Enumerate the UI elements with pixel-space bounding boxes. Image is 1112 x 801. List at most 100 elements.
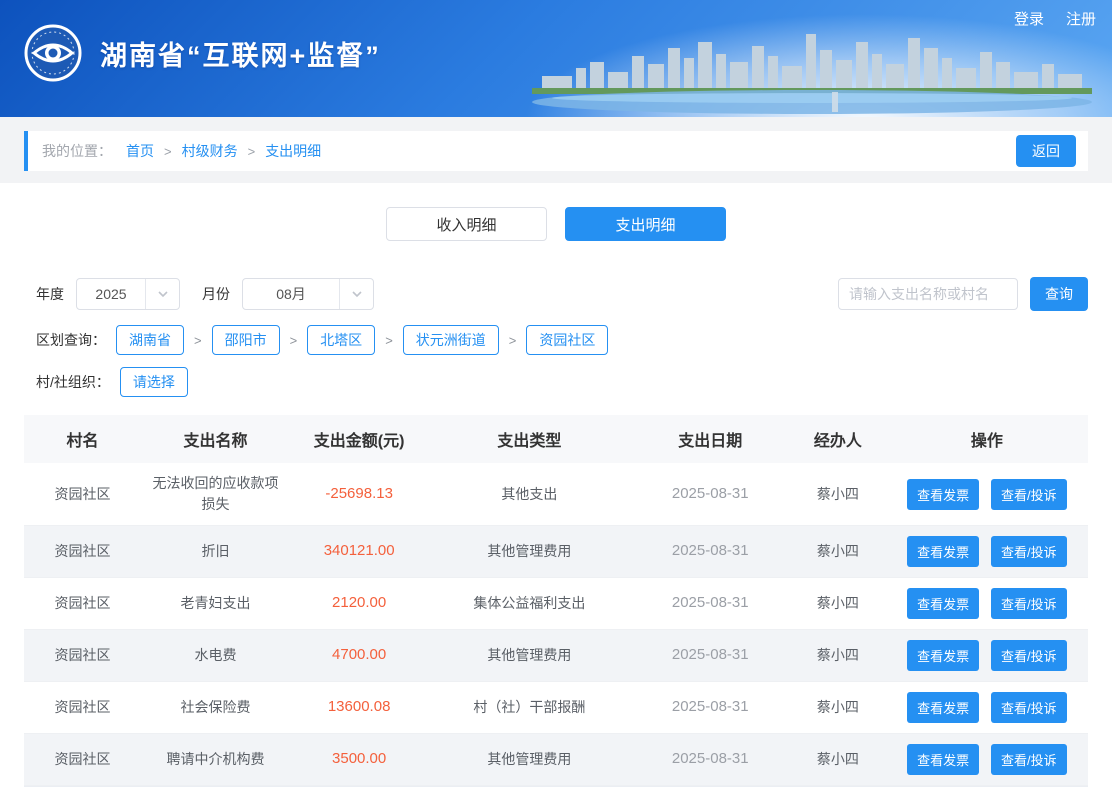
cell-amount: 340121.00 bbox=[323, 542, 395, 560]
table-row: 资园社区 社会保险费 13600.08 村（社）干部报酬 2025-08-31 … bbox=[24, 682, 1088, 734]
cell-village: 资园社区 bbox=[54, 485, 111, 502]
cell-handler: 蔡小四 bbox=[816, 485, 859, 502]
cell-expense-name: 无法收回的应收款项损失 bbox=[152, 475, 279, 512]
year-label: 年度 bbox=[36, 286, 64, 302]
cell-actions: 查看发票 查看/投诉 bbox=[886, 578, 1088, 630]
org-select-button[interactable]: 请选择 bbox=[119, 367, 188, 397]
cell-village: 资园社区 bbox=[54, 751, 111, 767]
view-invoice-button[interactable]: 查看发票 bbox=[907, 478, 980, 510]
breadcrumb-village-finance-link[interactable]: 村级财务 bbox=[182, 141, 238, 161]
region-street-button[interactable]: 状元洲街道 bbox=[402, 325, 499, 355]
chevron-down-icon bbox=[145, 279, 179, 309]
cell-date: 2025-08-31 bbox=[671, 484, 749, 502]
cell-type: 其他管理费用 bbox=[487, 543, 572, 559]
cell-type: 集体公益福利支出 bbox=[473, 595, 586, 611]
year-select-value: 2025 bbox=[95, 286, 127, 302]
city-skyline-image bbox=[532, 34, 1092, 114]
cell-date: 2025-08-31 bbox=[671, 542, 749, 560]
region-separator: > bbox=[289, 332, 298, 348]
view-complaint-button[interactable]: 查看/投诉 bbox=[991, 588, 1067, 619]
login-link[interactable]: 登录 bbox=[1014, 8, 1044, 29]
cell-expense-name: 聘请中介机构费 bbox=[166, 751, 265, 767]
table-row: 资园社区 折旧 340121.00 其他管理费用 2025-08-31 蔡小四 … bbox=[24, 525, 1088, 578]
chevron-down-icon bbox=[339, 279, 373, 309]
register-link[interactable]: 注册 bbox=[1066, 8, 1096, 29]
breadcrumb-expense-detail-link[interactable]: 支出明细 bbox=[265, 141, 321, 161]
cell-expense-name: 老青妇支出 bbox=[180, 595, 251, 611]
table-footer: 金额总计： 33.83 万元 « ‹ 1 › » 10条/页 跳转至 页 确认 bbox=[24, 786, 1088, 801]
table-row: 资园社区 聘请中介机构费 3500.00 其他管理费用 2025-08-31 蔡… bbox=[24, 733, 1088, 786]
expense-table-wrap: 村名 支出名称 支出金额(元) 支出类型 支出日期 经办人 操作 资园社区 无法… bbox=[0, 415, 1112, 786]
tab-income-detail[interactable]: 收入明细 bbox=[386, 207, 547, 241]
breadcrumb-home-link[interactable]: 首页 bbox=[126, 141, 154, 161]
region-city-button[interactable]: 邵阳市 bbox=[211, 325, 280, 355]
table-row: 资园社区 老青妇支出 2120.00 集体公益福利支出 2025-08-31 蔡… bbox=[24, 578, 1088, 630]
cell-amount: 13600.08 bbox=[327, 698, 391, 716]
col-handler: 经办人 bbox=[790, 415, 886, 463]
view-complaint-button[interactable]: 查看/投诉 bbox=[991, 692, 1067, 723]
region-community-button[interactable]: 资园社区 bbox=[526, 325, 609, 355]
cell-amount: 4700.00 bbox=[332, 646, 387, 664]
expense-table: 村名 支出名称 支出金额(元) 支出类型 支出日期 经办人 操作 资园社区 无法… bbox=[24, 415, 1088, 786]
cell-date: 2025-08-31 bbox=[671, 646, 749, 664]
view-complaint-button[interactable]: 查看/投诉 bbox=[991, 640, 1067, 671]
breadcrumb-separator: > bbox=[164, 143, 172, 159]
breadcrumb: 我的位置： 首页 > 村级财务 > 支出明细 返回 bbox=[24, 131, 1088, 171]
search-input[interactable] bbox=[838, 278, 1018, 310]
table-row: 资园社区 无法收回的应收款项损失 -25698.13 其他支出 2025-08-… bbox=[24, 463, 1088, 526]
cell-handler: 蔡小四 bbox=[816, 647, 859, 663]
breadcrumb-label: 我的位置： bbox=[42, 143, 112, 159]
main-content: 收入明细 支出明细 年度 2025 月份 08月 查询 区划查询： 湖南省 > … bbox=[0, 183, 1112, 801]
cell-actions: 查看发票 查看/投诉 bbox=[886, 630, 1088, 682]
region-label: 区划查询： bbox=[36, 332, 106, 348]
view-invoice-button[interactable]: 查看发票 bbox=[907, 588, 980, 619]
org-filter-row: 村/社组织： 请选择 bbox=[0, 367, 1112, 397]
month-select[interactable]: 08月 bbox=[242, 278, 374, 310]
view-complaint-button[interactable]: 查看/投诉 bbox=[991, 536, 1067, 567]
cell-village: 资园社区 bbox=[54, 543, 111, 559]
view-complaint-button[interactable]: 查看/投诉 bbox=[991, 744, 1067, 775]
col-actions: 操作 bbox=[885, 415, 1088, 463]
cell-expense-name: 折旧 bbox=[201, 543, 230, 559]
cell-village: 资园社区 bbox=[54, 647, 111, 663]
col-type: 支出类型 bbox=[428, 415, 631, 463]
col-expense-name: 支出名称 bbox=[141, 415, 290, 463]
region-separator: > bbox=[385, 332, 393, 348]
cell-actions: 查看发票 查看/投诉 bbox=[886, 463, 1088, 526]
region-district-button[interactable]: 北塔区 bbox=[307, 325, 376, 355]
search-button[interactable]: 查询 bbox=[1030, 277, 1088, 311]
back-button[interactable]: 返回 bbox=[1016, 135, 1076, 167]
detail-tabs: 收入明细 支出明细 bbox=[0, 207, 1112, 241]
cell-expense-name: 水电费 bbox=[194, 647, 237, 663]
cell-type: 村（社）干部报酬 bbox=[473, 699, 586, 715]
cell-actions: 查看发票 查看/投诉 bbox=[886, 526, 1088, 578]
cell-date: 2025-08-31 bbox=[671, 750, 749, 768]
cell-handler: 蔡小四 bbox=[816, 699, 859, 715]
year-select[interactable]: 2025 bbox=[76, 278, 180, 310]
region-separator: > bbox=[508, 332, 517, 348]
col-date: 支出日期 bbox=[630, 415, 791, 463]
region-province-button[interactable]: 湖南省 bbox=[116, 325, 184, 355]
view-invoice-button[interactable]: 查看发票 bbox=[907, 640, 980, 671]
view-invoice-button[interactable]: 查看发票 bbox=[907, 744, 980, 775]
site-header: 湖南省“互联网+监督” 登录 注册 bbox=[0, 0, 1112, 117]
cell-type: 其他支出 bbox=[501, 485, 558, 502]
cell-actions: 查看发票 查看/投诉 bbox=[886, 682, 1088, 734]
site-title: 湖南省“互联网+监督” bbox=[100, 40, 381, 71]
table-row: 资园社区 水电费 4700.00 其他管理费用 2025-08-31 蔡小四 查… bbox=[24, 629, 1088, 682]
filter-row: 年度 2025 月份 08月 查询 bbox=[0, 277, 1112, 311]
cell-expense-name: 社会保险费 bbox=[180, 699, 251, 715]
cell-date: 2025-08-31 bbox=[671, 594, 749, 612]
cell-handler: 蔡小四 bbox=[816, 543, 859, 559]
cell-type: 其他管理费用 bbox=[487, 647, 572, 663]
view-invoice-button[interactable]: 查看发票 bbox=[907, 692, 980, 723]
breadcrumb-separator: > bbox=[247, 143, 256, 159]
cell-date: 2025-08-31 bbox=[671, 698, 749, 716]
view-complaint-button[interactable]: 查看/投诉 bbox=[991, 478, 1067, 510]
view-invoice-button[interactable]: 查看发票 bbox=[907, 536, 980, 567]
tab-expense-detail[interactable]: 支出明细 bbox=[565, 207, 726, 241]
table-header-row: 村名 支出名称 支出金额(元) 支出类型 支出日期 经办人 操作 bbox=[24, 415, 1088, 463]
month-select-value: 08月 bbox=[276, 286, 306, 302]
site-logo-eye-icon bbox=[24, 24, 82, 82]
cell-type: 其他管理费用 bbox=[487, 751, 572, 767]
